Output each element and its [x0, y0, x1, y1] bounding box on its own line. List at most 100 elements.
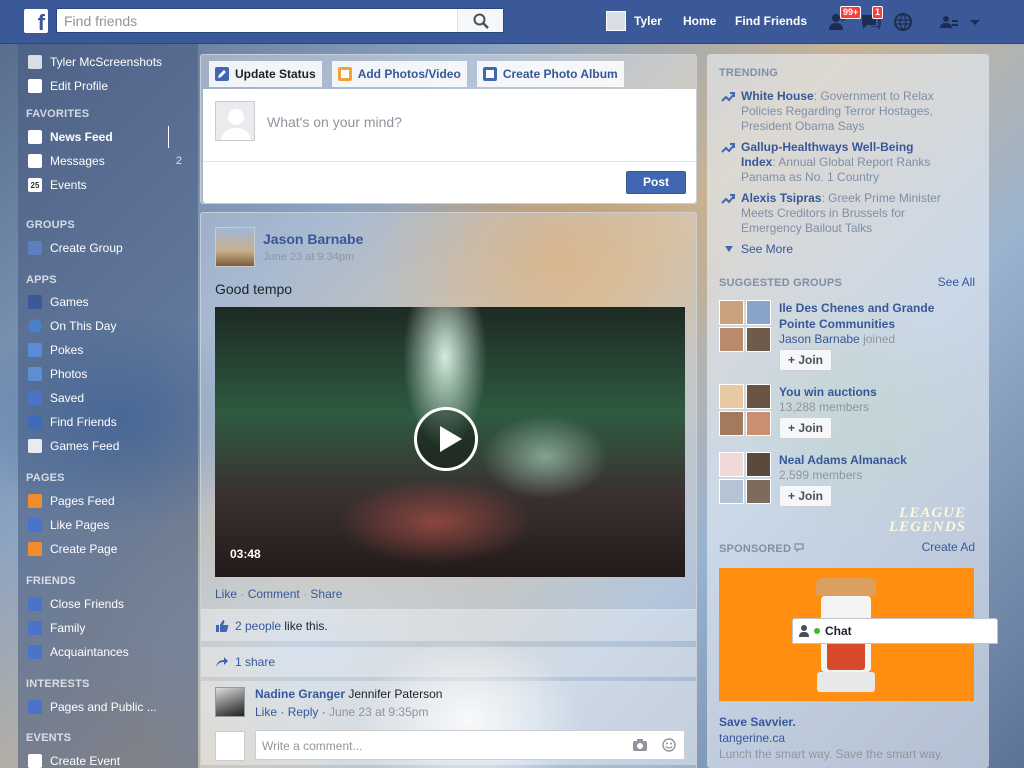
trending-item[interactable]: Alexis Tsipras: Greek Prime Minister Mee…	[721, 191, 949, 236]
sidebar-item-on-this-day[interactable]: On This Day	[28, 317, 116, 335]
tab-update-status[interactable]: Update Status	[209, 61, 322, 87]
suggested-group: You win auctions 13,288 members + Join	[719, 384, 979, 446]
video-player[interactable]: 03:48	[215, 307, 685, 577]
comment-actions: Like · Reply · June 23 at 9:35pm	[255, 705, 429, 719]
join-button[interactable]: + Join	[779, 417, 832, 439]
camera-icon[interactable]	[632, 738, 648, 752]
pages-feed-icon	[28, 494, 42, 508]
sidebar-item-label: Create Page	[50, 542, 118, 556]
video-duration: 03:48	[230, 547, 261, 561]
likes-link[interactable]: 2 people	[235, 619, 281, 633]
join-label: Join	[798, 353, 823, 367]
comment-like-link[interactable]: Like	[255, 705, 277, 719]
group-name[interactable]: Ile Des Chenes and Grande Pointe Communi…	[779, 300, 969, 332]
group-sub-text: 2,599 members	[779, 468, 863, 482]
post-button[interactable]: Post	[626, 171, 686, 194]
sidebar-item-messages[interactable]: Messages	[28, 152, 105, 170]
group-name[interactable]: You win auctions	[779, 384, 969, 400]
avatar	[215, 101, 255, 141]
shares-summary[interactable]: 1 share	[201, 647, 696, 677]
sidebar-item-label: On This Day	[50, 319, 117, 333]
group-photo-grid[interactable]	[719, 300, 771, 352]
account-menu[interactable]	[968, 12, 990, 32]
sidebar-item-acquaintances[interactable]: Acquaintances	[28, 643, 129, 661]
sidebar-edit-profile-label: Edit Profile	[50, 79, 109, 93]
ad-domain[interactable]: tangerine.ca	[719, 731, 785, 745]
sidebar-item-pages-public[interactable]: Pages and Public ...	[28, 698, 157, 716]
group-photo-grid[interactable]	[719, 452, 771, 504]
sidebar-edit-profile[interactable]: Edit Profile	[28, 77, 108, 95]
pages-public-icon	[28, 700, 42, 714]
comment-timestamp[interactable]: June 23 at 9:35pm	[329, 705, 428, 719]
play-icon[interactable]	[414, 407, 478, 471]
sidebar-item-saved[interactable]: Saved	[28, 389, 84, 407]
notifications-jewel[interactable]	[893, 12, 915, 32]
like-link[interactable]: Like	[215, 587, 237, 601]
sidebar-item-create-group[interactable]: Create Group	[28, 239, 123, 257]
comment-input[interactable]: Write a comment...	[255, 730, 685, 760]
top-bar: f Tyler Home Find Friends 99+ 1	[0, 0, 1024, 44]
trending-topic[interactable]: Alexis Tsipras	[741, 191, 821, 205]
on-this-day-icon	[28, 319, 42, 333]
chat-tab[interactable]: Chat	[792, 618, 998, 644]
nav-home-link[interactable]: Home	[683, 14, 716, 28]
avatar[interactable]	[215, 687, 245, 717]
saved-icon	[28, 391, 42, 405]
group-photo-grid[interactable]	[719, 384, 771, 436]
sidebar-item-pages-feed[interactable]: Pages Feed	[28, 492, 115, 510]
sidebar-item-pokes[interactable]: Pokes	[28, 341, 83, 359]
sidebar-item-news-feed[interactable]: News Feed	[28, 128, 113, 146]
comment-author-name[interactable]: Nadine Granger	[255, 687, 345, 701]
trending-topic[interactable]: White House	[741, 89, 814, 103]
join-button[interactable]: + Join	[779, 349, 832, 371]
person-icon	[799, 625, 809, 637]
join-label: Join	[798, 489, 823, 503]
sidebar-item-find-friends[interactable]: Find Friends	[28, 413, 117, 431]
status-input[interactable]: What's on your mind?	[267, 114, 402, 130]
suggested-group: Ile Des Chenes and Grande Pointe Communi…	[719, 300, 979, 371]
emoji-icon[interactable]	[662, 738, 676, 752]
sidebar-item-label: Acquaintances	[50, 645, 129, 659]
see-all-link[interactable]: See All	[938, 275, 975, 289]
sidebar-item-create-event[interactable]: Create Event	[28, 752, 120, 768]
sidebar-item-like-pages[interactable]: Like Pages	[28, 516, 109, 534]
trending-item[interactable]: Gallup-Healthways Well-Being Index: Annu…	[721, 140, 949, 185]
sidebar-header-pages: PAGES	[26, 472, 65, 484]
avatar	[606, 11, 626, 31]
share-link[interactable]: Share	[310, 587, 342, 601]
tab-add-photos[interactable]: Add Photos/Video	[331, 61, 467, 87]
friend-requests-jewel[interactable]: 99+	[828, 6, 862, 32]
tab-create-album[interactable]: Create Photo Album	[476, 61, 624, 87]
trending-item[interactable]: White House: Government to Relax Policie…	[721, 89, 949, 134]
sidebar-item-events[interactable]: 25 Events	[28, 176, 87, 194]
sidebar-item-label: Pokes	[50, 343, 84, 357]
sidebar-profile[interactable]: Tyler McScreenshots	[28, 53, 162, 71]
ad-title[interactable]: Save Savvier.	[719, 715, 796, 729]
privacy-shortcuts[interactable]	[939, 12, 961, 32]
group-name[interactable]: Neal Adams Almanack	[779, 452, 969, 468]
comment-link[interactable]: Comment	[248, 587, 300, 601]
group-member-link[interactable]: Jason Barnabe	[779, 332, 860, 346]
sidebar-item-label: Messages	[50, 154, 105, 168]
sidebar-item-games[interactable]: Games	[28, 293, 89, 311]
sidebar-item-family[interactable]: Family	[28, 619, 85, 637]
search-button[interactable]	[457, 9, 503, 32]
league-of-legends-watermark: LEAGUE LEGENDS	[889, 505, 967, 535]
join-button[interactable]: + Join	[779, 485, 832, 507]
search-input[interactable]	[57, 9, 457, 32]
group-sub-text: 13,288 members	[779, 400, 870, 414]
nav-find-friends-link[interactable]: Find Friends	[735, 14, 807, 28]
sidebar-item-create-page[interactable]: Create Page	[28, 540, 117, 558]
facebook-logo-icon[interactable]: f	[24, 9, 48, 33]
messages-jewel[interactable]: 1	[860, 6, 884, 32]
sidebar-item-close-friends[interactable]: Close Friends	[28, 595, 124, 613]
avatar[interactable]	[215, 227, 255, 267]
post-author[interactable]: Jason Barnabe	[263, 231, 363, 247]
sidebar-item-games-feed[interactable]: Games Feed	[28, 437, 119, 455]
comment-reply-link[interactable]: Reply	[288, 705, 319, 719]
post-timestamp[interactable]: June 23 at 9:34pm	[263, 251, 354, 263]
see-more-link[interactable]: See More	[721, 242, 949, 257]
sidebar-item-photos[interactable]: Photos	[28, 365, 87, 383]
create-ad-link[interactable]: Create Ad	[922, 540, 975, 554]
nav-profile-link[interactable]: Tyler	[606, 11, 662, 31]
